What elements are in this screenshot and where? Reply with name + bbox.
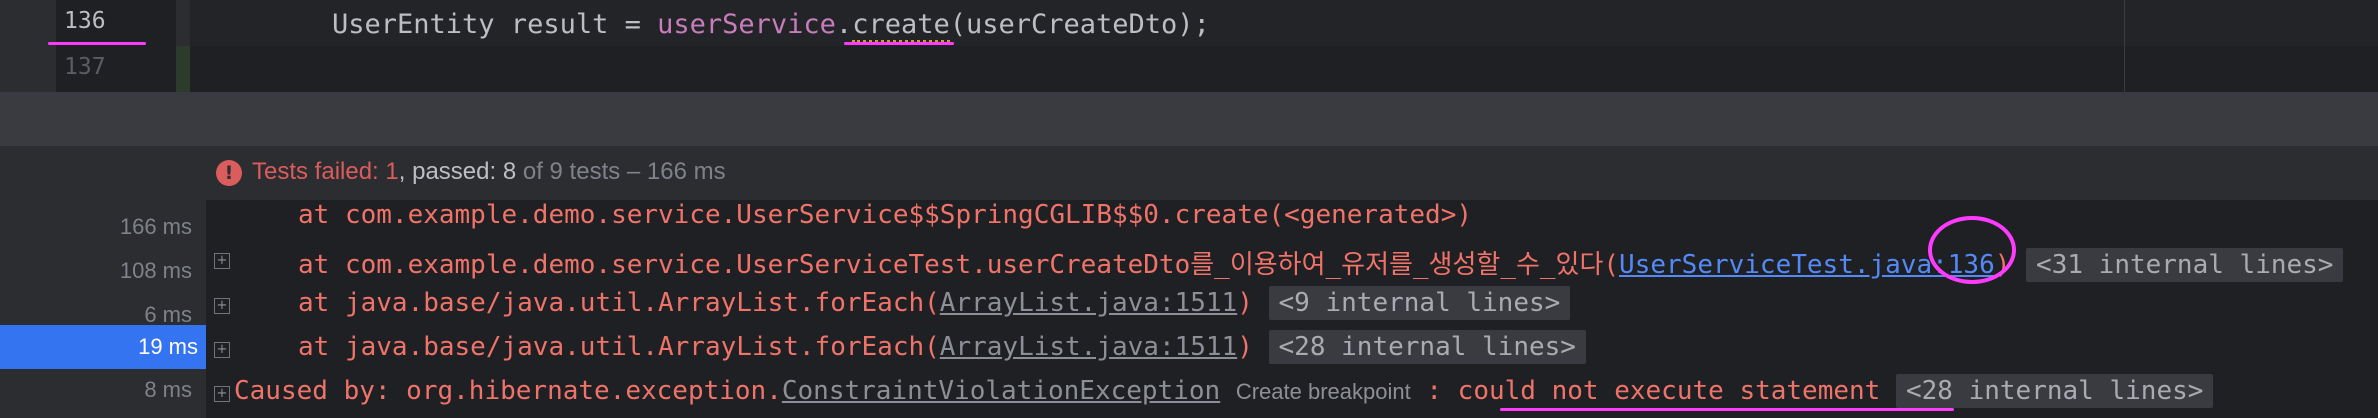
expand-icon[interactable]: +	[214, 386, 230, 402]
test-timing-row[interactable]: 8 ms	[0, 368, 200, 412]
tests-total-text: of 9 tests – 166 ms	[516, 158, 726, 185]
code-editor[interactable]: 136 137 UserEntity result = userService.…	[0, 0, 2378, 92]
code-service-ref[interactable]: userService	[657, 9, 836, 40]
error-circle-icon: !	[216, 160, 242, 186]
stack-trace-text: at com.example.demo.service.UserServiceT…	[298, 250, 1620, 280]
tests-failed-count: 1	[385, 158, 399, 185]
test-timings-column: 166 ms 108 ms 6 ms 19 ms 8 ms	[0, 200, 206, 418]
code-args: (userCreateDto);	[949, 9, 1210, 40]
gutter-margin	[0, 0, 56, 92]
stack-trace-text: at java.base/java.util.ArrayList.forEach…	[298, 332, 940, 362]
exception-message: : could not execute statement	[1410, 376, 1881, 406]
tests-passed-label: , passed:	[398, 158, 503, 185]
timing-value: 108 ms	[119, 258, 192, 283]
code-method-create[interactable]: create	[852, 9, 950, 43]
stack-trace-text: at java.base/java.util.ArrayList.forEach…	[298, 288, 940, 318]
annotation-circle-line-136	[1928, 216, 2016, 284]
timing-value: 8 ms	[144, 377, 192, 402]
tests-failed-label: Tests failed:	[252, 158, 386, 185]
expand-icon[interactable]: +	[214, 253, 230, 269]
exception-class-link[interactable]: ConstraintViolationException	[782, 376, 1220, 406]
stack-trace-text: )	[1237, 332, 1253, 362]
folded-internal-lines[interactable]: <9 internal lines>	[1268, 286, 1571, 320]
timing-value: 19 ms	[138, 334, 198, 359]
folded-internal-lines[interactable]: <28 internal lines>	[1895, 374, 2214, 408]
caused-by-text: Caused by: org.hibernate.exception.	[234, 376, 782, 406]
right-margin-guide	[2124, 0, 2125, 92]
stack-trace-line: at java.base/java.util.ArrayList.forEach…	[298, 330, 1586, 364]
annotation-underline-create	[844, 42, 954, 45]
timing-value: 166 ms	[119, 214, 192, 239]
code-dot: .	[835, 9, 853, 40]
annotation-underline-line-number	[48, 42, 146, 45]
stack-trace-line: at com.example.demo.service.UserService$…	[298, 200, 1472, 230]
test-timing-row-selected[interactable]: 19 ms	[0, 325, 206, 369]
create-breakpoint-link[interactable]: Create breakpoint	[1236, 379, 1411, 404]
panel-splitter[interactable]	[0, 92, 2378, 146]
gutter-change-marker	[176, 46, 190, 92]
stack-trace-text: )	[1237, 288, 1253, 318]
test-timing-row[interactable]: 108 ms	[0, 249, 200, 293]
gutter-fold-column	[176, 0, 190, 46]
source-link-arraylist[interactable]: ArrayList.java:1511	[940, 332, 1237, 362]
timing-value: 6 ms	[144, 302, 192, 327]
expand-icon[interactable]: +	[214, 298, 230, 314]
test-status-summary: Tests failed: 1, passed: 8 of 9 tests – …	[252, 158, 726, 186]
tests-passed-count: 8	[502, 158, 517, 185]
source-link-arraylist[interactable]: ArrayList.java:1511	[940, 288, 1237, 318]
stack-trace-line: at java.base/java.util.ArrayList.forEach…	[298, 286, 1571, 320]
test-timing-row[interactable]: 166 ms	[0, 205, 200, 249]
folded-internal-lines[interactable]: <31 internal lines>	[2026, 248, 2344, 282]
line-number-137[interactable]: 137	[64, 54, 124, 80]
code-text: UserEntity result =	[332, 9, 658, 40]
caused-by-line: Caused by: org.hibernate.exception.Const…	[234, 374, 2214, 408]
annotation-underline-message	[1500, 408, 1954, 411]
expand-icon[interactable]: +	[214, 342, 230, 358]
folded-internal-lines[interactable]: <28 internal lines>	[1268, 330, 1586, 364]
line-number-136[interactable]: 136	[64, 8, 124, 34]
stack-trace-line: at com.example.demo.service.UserServiceT…	[298, 244, 2344, 282]
code-line-136[interactable]: UserEntity result = userService.create(u…	[332, 9, 1210, 43]
